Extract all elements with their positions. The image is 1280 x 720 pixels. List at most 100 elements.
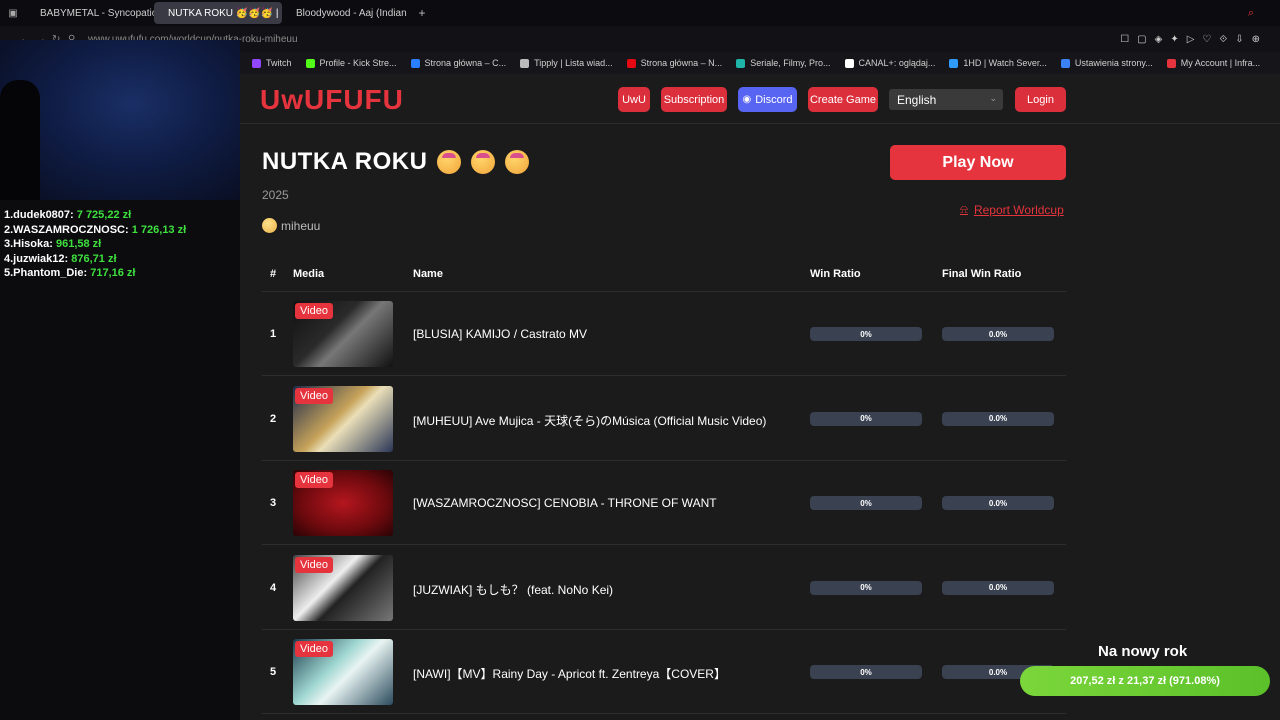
bookmark-favicon-icon [844,58,854,68]
leaderboard-entry: 2.WASZAMROCZNOSC: 1 726,13 zł [4,223,187,236]
site-logo[interactable]: UwUFUFU [260,84,404,116]
site-header: UwUFUFU UwU Subscription ◉ Discord Creat… [240,74,1280,124]
bookmark-item[interactable]: Profile - Kick Stre... [305,58,397,68]
browser-tab-bar: ▣ BABYMETAL - Syncopatio NUTKA ROKU 🥳🥳🥳 … [0,0,1280,26]
table-row[interactable]: 4 Video [JUZWIAK] もしも？ (feat. NoNo Kei) 0% 0… [262,546,1066,630]
search-icon[interactable]: ⌕ [1248,7,1254,20]
bookmark-favicon-icon [949,58,959,68]
webcam-feed [0,40,240,200]
bookmark-item[interactable]: Ustawienia strony... [1060,58,1153,68]
uwu-button[interactable]: UwU [618,87,650,112]
bookmark-favicon-icon [626,58,636,68]
table-row[interactable]: 2 Video [MUHEUU] Ave Mujica - 天球(そら)のMúsic… [262,377,1066,461]
tab-nutka-roku[interactable]: NUTKA ROKU 🥳🥳🥳 | U [154,2,282,24]
table-row[interactable]: 3 Video [WASZAMROCZNOSC] CENOBIA - THRONE … [262,461,1066,545]
leaderboard-entry: 4.juzwiak12: 876,71 zł [4,252,117,265]
bookmark-item[interactable]: Strona główna – C... [410,58,506,68]
win-ratio-bar: 0% [810,496,922,510]
entry-name: [WASZAMROCZNOSC] CENOBIA - THRONE OF WAN… [413,496,717,510]
party-face-emoji [471,150,496,174]
sidebar-toggle-icon[interactable]: ▣ [0,8,26,19]
win-ratio-bar: 0% [810,580,922,595]
column-media: Media [293,268,325,280]
column-rank: # [270,268,277,280]
bookmark-favicon-icon [520,58,530,68]
goal-progress-bar: 207,52 zł z 21,37 zł (971.08%) [1020,666,1270,696]
win-ratio-bar: 0% [810,665,922,679]
streamer-silhouette [0,80,40,200]
final-win-ratio-bar: 0.0% [942,327,1054,341]
chevron-down-icon: ⌄ [989,93,997,103]
video-badge: Video [295,387,333,404]
goal-title: Na nowy rok [1098,643,1188,660]
bookmark-item[interactable]: My Account | Infra... [1166,58,1260,68]
bookmark-item[interactable]: Strona główna – N... [626,58,722,68]
bookmark-favicon-icon [252,58,261,68]
tab-babymetal[interactable]: BABYMETAL - Syncopatio [26,2,154,24]
video-thumbnail[interactable]: Video [293,470,393,536]
rank-number: 5 [270,666,277,678]
author-link[interactable]: miheuu [262,218,320,233]
new-tab-button[interactable]: + [412,6,432,20]
entry-name: [JUZWIAK] もしも？ (feat. NoNo Kei) [413,582,614,597]
video-thumbnail[interactable]: Video [293,554,393,621]
video-badge: Video [295,303,333,319]
party-face-emoji [505,150,530,174]
final-win-ratio-bar: 0.0% [942,496,1054,510]
video-thumbnail[interactable]: Video [293,385,393,452]
alarm-icon: ⍾ [960,202,968,216]
uwufufu-page: UwUFUFU UwU Subscription ◉ Discord Creat… [240,74,1280,720]
login-button[interactable]: Login [1015,87,1066,112]
bookmark-item[interactable]: Twitch [252,58,292,68]
win-ratio-bar: 0% [810,327,922,341]
bookmark-item[interactable]: Tipply | Lista wiad... [520,58,613,68]
party-face-emoji [437,150,462,174]
discord-icon: ◉ [742,94,752,105]
bookmark-favicon-icon [305,58,315,68]
language-select[interactable]: English ⌄ [889,89,1003,110]
bookmark-favicon-icon [1060,58,1070,68]
leaderboard-entry: 1.dudek0807: 7 725,22 zł [4,209,132,221]
column-final-win-ratio: Final Win Ratio [942,268,1022,280]
rank-number: 1 [270,328,277,340]
entry-name: [MUHEUU] Ave Mujica - 天球(そら)のMúsica (Off… [413,413,767,428]
play-now-button[interactable]: Play Now [890,145,1066,180]
page-title: NUTKA ROKU [262,148,530,176]
rank-number: 4 [270,581,277,594]
subscription-button[interactable]: Subscription [661,87,727,112]
rank-number: 3 [270,497,277,509]
leaderboard-entry: 3.Hisoka: 961,58 zł [4,238,102,250]
video-badge: Video [295,556,333,573]
tab-bloodywood[interactable]: Bloodywood - Aaj (Indian [282,2,412,24]
table-row[interactable]: 5 Video [NAWI]【MV】Rainy Day - Apricot ft. … [262,630,1066,714]
bookmark-item[interactable]: Seriale, Filmy, Pro... [736,58,831,68]
bookmark-item[interactable]: 1HD | Watch Sever... [949,58,1047,68]
avatar [262,218,277,233]
bookmark-favicon-icon [1166,58,1176,68]
win-ratio-bar: 0% [810,411,922,426]
bookmark-item[interactable]: CANAL+: oglądaj... [844,58,935,68]
leaderboard-entry: 5.Phantom_Die: 717,16 zł [4,267,136,279]
video-badge: Video [295,641,333,657]
create-game-button[interactable]: Create Game [808,87,878,112]
toolbar-icons[interactable]: ☐▢◈✦▷♡⟐⇩⊕ [1120,34,1268,45]
video-thumbnail[interactable]: Video [293,301,393,367]
bookmarks-bar: Twitch Profile - Kick Stre... Strona główn… [240,52,1280,74]
column-name: Name [413,268,443,280]
bookmark-favicon-icon [410,58,420,68]
video-badge: Video [295,472,333,488]
donation-leaderboard: 1.dudek0807: 7 725,22 zł 2.WASZAMROCZNOSC… [4,208,186,281]
entry-name: [NAWI]【MV】Rainy Day - Apricot ft. Zentre… [413,667,726,681]
entry-name: [BLUSIA] KAMIJO / Castrato MV [413,327,588,341]
bookmark-favicon-icon [736,58,746,68]
report-worldcup-link[interactable]: ⍾ Report Worldcup [960,202,1064,217]
table-row[interactable]: 1 Video [BLUSIA] KAMIJO / Castrato MV 0% 0.0… [262,292,1066,376]
final-win-ratio-bar: 0.0% [942,411,1054,426]
video-thumbnail[interactable]: Video [293,639,393,705]
stream-overlay: 1.dudek0807: 7 725,22 zł 2.WASZAMROCZNOSC… [0,40,240,720]
rank-number: 2 [270,412,277,425]
column-win-ratio: Win Ratio [810,268,861,280]
final-win-ratio-bar: 0.0% [942,580,1054,595]
worldcup-year: 2025 [262,188,289,202]
discord-button[interactable]: ◉ Discord [738,87,797,112]
